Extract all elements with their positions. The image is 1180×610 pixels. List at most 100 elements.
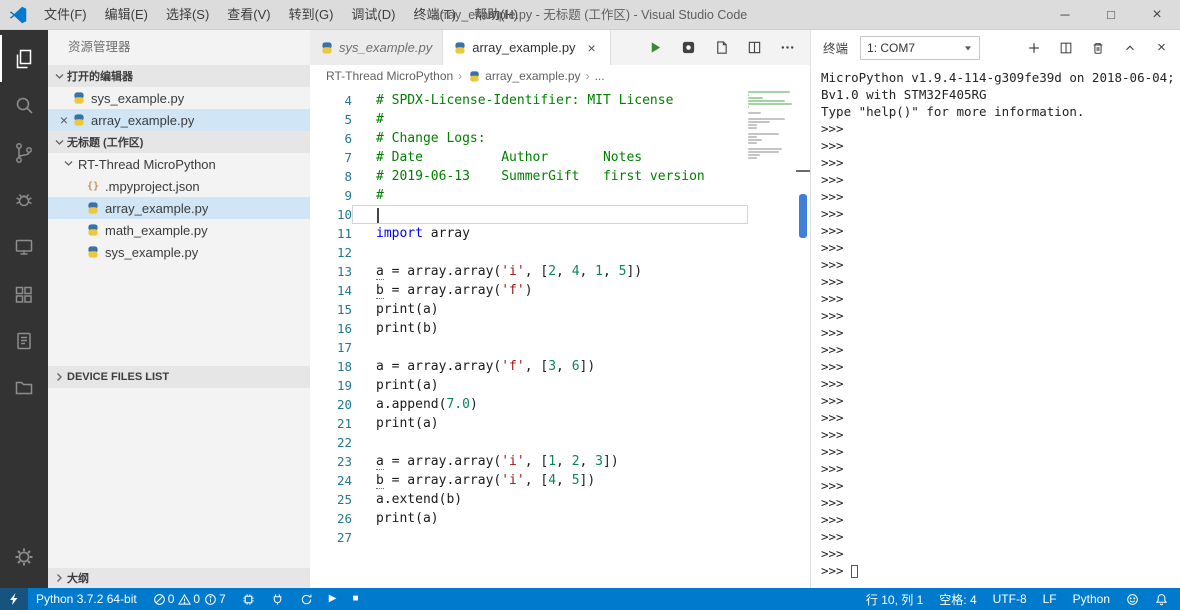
activity-extensions[interactable] — [0, 270, 48, 317]
line-number[interactable]: 7 — [310, 148, 352, 167]
notifications-button[interactable] — [1147, 588, 1176, 610]
activity-search[interactable] — [0, 82, 48, 129]
menu-item[interactable]: 转到(G) — [280, 0, 343, 30]
code-line[interactable]: 22 — [310, 433, 748, 452]
more-actions-button[interactable] — [778, 39, 796, 57]
line-number[interactable]: 21 — [310, 414, 352, 433]
activity-explorer[interactable] — [0, 35, 48, 82]
line-number[interactable]: 11 — [310, 224, 352, 243]
build-project-button[interactable] — [679, 39, 697, 57]
code-line[interactable]: 25 a.extend(b) — [310, 490, 748, 509]
line-number[interactable]: 17 — [310, 338, 352, 357]
encoding[interactable]: UTF-8 — [985, 588, 1035, 610]
code-line[interactable]: 19 print(a) — [310, 376, 748, 395]
section-workspace[interactable]: 无标题 (工作区) — [48, 131, 310, 153]
tree-file-item[interactable]: {} .mpyproject.json — [48, 175, 310, 197]
activity-folder[interactable] — [0, 364, 48, 411]
breadcrumb-folder[interactable]: RT-Thread MicroPython — [326, 69, 453, 83]
line-number[interactable]: 14 — [310, 281, 352, 300]
close-panel-button[interactable]: × — [1153, 39, 1170, 56]
tree-file-item[interactable]: math_example.py — [48, 219, 310, 241]
code-line[interactable]: 17 — [310, 338, 748, 357]
code-line[interactable]: 7 # Date Author Notes — [310, 148, 748, 167]
activity-notebook[interactable] — [0, 317, 48, 364]
code-line[interactable]: 15 print(a) — [310, 300, 748, 319]
board-button[interactable] — [234, 588, 263, 610]
line-number[interactable]: 26 — [310, 509, 352, 528]
line-number[interactable]: 13 — [310, 262, 352, 281]
line-number[interactable]: 24 — [310, 471, 352, 490]
close-window-button[interactable]: × — [1134, 0, 1180, 29]
settings-button[interactable] — [0, 533, 48, 580]
code-line[interactable]: 16 print(b) — [310, 319, 748, 338]
editor-scrollbar[interactable] — [796, 87, 810, 588]
code-line[interactable]: 9 # — [310, 186, 748, 205]
remote-indicator[interactable] — [0, 588, 28, 610]
code-line[interactable]: 26 print(a) — [310, 509, 748, 528]
code-editor[interactable]: 4 # SPDX-License-Identifier: MIT License 5… — [310, 87, 810, 588]
line-number[interactable]: 23 — [310, 452, 352, 471]
section-device-files[interactable]: DEVICE FILES LIST — [48, 366, 310, 388]
new-terminal-button[interactable] — [1025, 39, 1042, 56]
terminal-output[interactable]: MicroPython v1.9.4-114-g309fe39d on 2018… — [811, 65, 1180, 588]
terminal-tab-label[interactable]: 终端 — [823, 38, 848, 57]
line-number[interactable]: 16 — [310, 319, 352, 338]
python-interpreter[interactable]: Python 3.7.2 64-bit — [28, 588, 145, 610]
section-open-editors[interactable]: 打开的编辑器 — [48, 65, 310, 87]
code-line[interactable]: 13 a = array.array('i', [2, 4, 1, 5]) — [310, 262, 748, 281]
line-number[interactable]: 25 — [310, 490, 352, 509]
breadcrumb-symbol[interactable]: ... — [595, 69, 605, 83]
problems-indicator[interactable]: 0 0 7 — [145, 588, 234, 610]
code-line[interactable]: 21 print(a) — [310, 414, 748, 433]
tree-folder-rt-thread[interactable]: RT-Thread MicroPython — [48, 153, 310, 175]
tree-file-item[interactable]: sys_example.py — [48, 241, 310, 263]
code-line[interactable]: 23 a = array.array('i', [1, 2, 3]) — [310, 452, 748, 471]
menu-item[interactable]: 调试(D) — [342, 0, 404, 30]
section-outline[interactable]: 大纲 — [48, 568, 310, 588]
sync-button[interactable] — [292, 588, 321, 610]
code-line[interactable]: 5 # — [310, 110, 748, 129]
activity-device-monitor[interactable] — [0, 223, 48, 270]
line-number[interactable]: 10 — [310, 205, 352, 224]
line-number[interactable]: 6 — [310, 129, 352, 148]
open-editor-item[interactable]: × array_example.py — [48, 109, 310, 131]
open-editor-item[interactable]: sys_example.py — [48, 87, 310, 109]
line-number[interactable]: 22 — [310, 433, 352, 452]
line-number[interactable]: 9 — [310, 186, 352, 205]
code-line[interactable]: 12 — [310, 243, 748, 262]
cursor-position[interactable]: 行 10, 列 1 — [858, 588, 931, 610]
maximize-button[interactable]: □ — [1088, 0, 1134, 29]
code-line[interactable]: 11 import array — [310, 224, 748, 243]
close-tab-icon[interactable]: × — [584, 40, 600, 56]
code-line[interactable]: 14 b = array.array('f') — [310, 281, 748, 300]
line-number[interactable]: 12 — [310, 243, 352, 262]
activity-debug[interactable] — [0, 176, 48, 223]
code-line[interactable]: 8 # 2019-06-13 SummerGift first version — [310, 167, 748, 186]
minimap[interactable] — [748, 91, 794, 163]
breadcrumb-file[interactable]: array_example.py — [467, 69, 581, 83]
indentation[interactable]: 空格: 4 — [931, 588, 984, 610]
run-on-device-button[interactable]: ▶ — [321, 588, 345, 610]
language-mode[interactable]: Python — [1065, 588, 1118, 610]
tree-file-item[interactable]: array_example.py — [48, 197, 310, 219]
line-number[interactable]: 15 — [310, 300, 352, 319]
feedback-button[interactable] — [1118, 588, 1147, 610]
line-number[interactable]: 4 — [310, 91, 352, 110]
line-number[interactable]: 8 — [310, 167, 352, 186]
code-line[interactable]: 27 — [310, 528, 748, 547]
eol[interactable]: LF — [1035, 588, 1065, 610]
code-line[interactable]: 18 a = array.array('f', [3, 6]) — [310, 357, 748, 376]
kill-terminal-button[interactable] — [1089, 39, 1106, 56]
menu-item[interactable]: 选择(S) — [157, 0, 218, 30]
code-line[interactable]: 10 — [310, 205, 748, 224]
open-preview-button[interactable] — [712, 39, 730, 57]
menu-item[interactable]: 查看(V) — [218, 0, 279, 30]
menu-item[interactable]: 文件(F) — [35, 0, 96, 30]
stop-button[interactable]: ■ — [345, 588, 367, 610]
code-line[interactable]: 20 a.append(7.0) — [310, 395, 748, 414]
terminal-selector[interactable]: 1: COM7 — [860, 35, 981, 60]
tab-array-example[interactable]: array_example.py × — [443, 30, 611, 65]
split-terminal-button[interactable] — [1057, 39, 1074, 56]
code-line[interactable]: 6 # Change Logs: — [310, 129, 748, 148]
download-to-device-button[interactable] — [263, 588, 292, 610]
